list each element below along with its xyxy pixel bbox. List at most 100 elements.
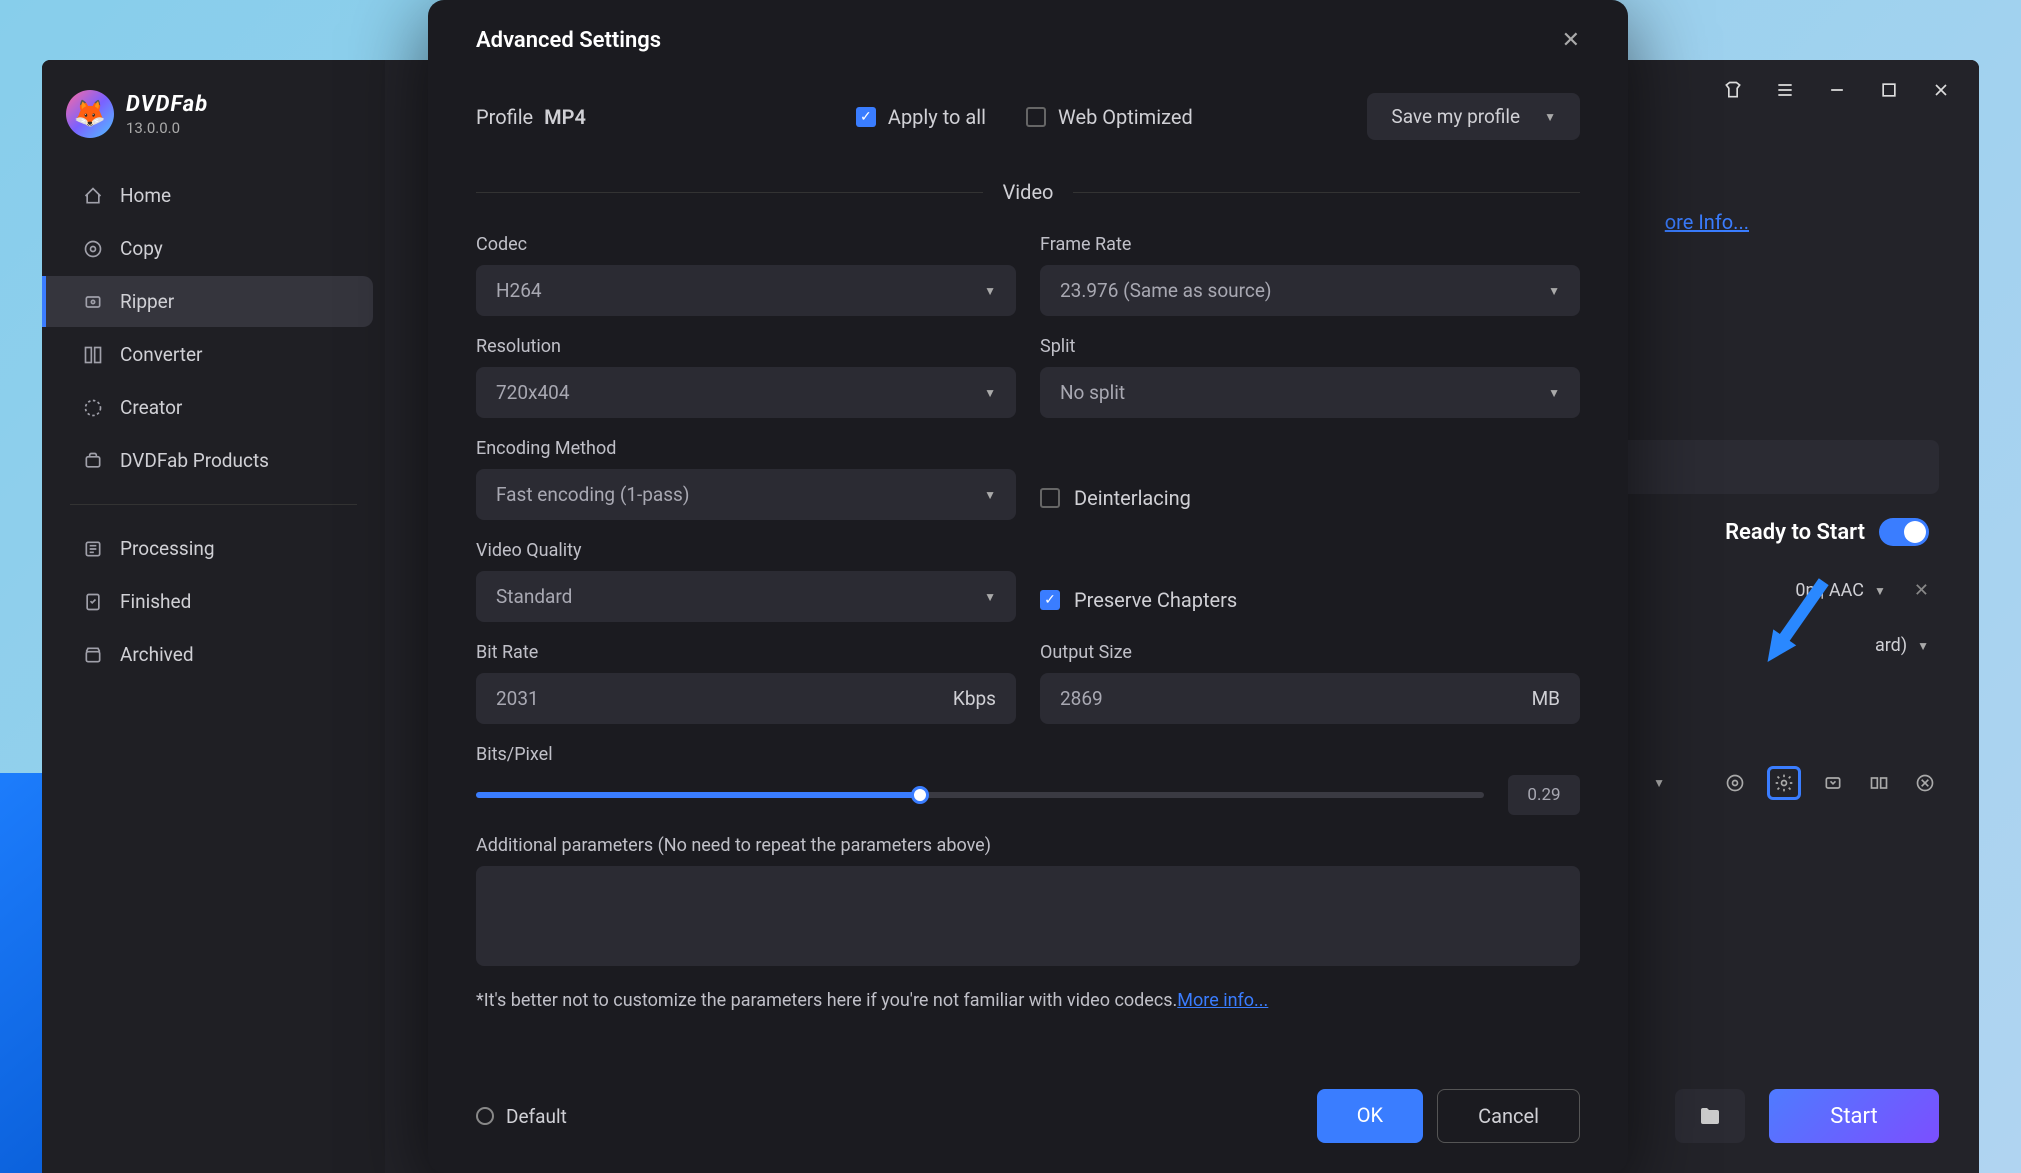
menu-icon[interactable]: [1775, 80, 1795, 105]
apply-to-all-label: Apply to all: [888, 105, 986, 129]
app-logo-icon: 🦊: [66, 90, 114, 138]
resolution-select[interactable]: 720x404▼: [476, 367, 1016, 418]
chevron-down-icon: ▼: [1548, 284, 1560, 298]
close-icon[interactable]: ✕: [1562, 28, 1580, 53]
web-optimized-label: Web Optimized: [1058, 105, 1193, 129]
bits-pixel-value: 0.29: [1508, 775, 1580, 815]
encoding-label: Encoding Method: [476, 438, 1016, 459]
ready-to-start-label: Ready to Start: [1725, 520, 1865, 545]
codec-note: *It's better not to customize the parame…: [476, 990, 1580, 1011]
archived-icon: [82, 644, 104, 666]
modal-footer: Default OK Cancel: [428, 1059, 1628, 1173]
maximize-icon[interactable]: [1879, 80, 1899, 105]
nav-label: Finished: [120, 590, 191, 613]
bit-rate-label: Bit Rate: [476, 642, 1016, 663]
sidebar-item-finished[interactable]: Finished: [54, 576, 373, 627]
quality-label: Video Quality: [476, 540, 1016, 561]
sidebar-item-processing[interactable]: Processing: [54, 523, 373, 574]
start-button[interactable]: Start: [1769, 1089, 1939, 1143]
frame-rate-label: Frame Rate: [1040, 234, 1580, 255]
ok-button[interactable]: OK: [1317, 1089, 1423, 1143]
nav-label: Archived: [120, 643, 194, 666]
chevron-down-icon: ▼: [1874, 584, 1886, 598]
bit-rate-input-wrapper: Kbps: [476, 673, 1016, 724]
advanced-settings-modal: Advanced Settings ✕ Profile MP4 ✓ Apply …: [428, 0, 1628, 1173]
ready-toggle[interactable]: [1879, 518, 1929, 546]
sidebar-item-products[interactable]: DVDFab Products: [54, 435, 373, 486]
deinterlacing-checkbox[interactable]: [1040, 488, 1060, 508]
output-folder-button[interactable]: [1675, 1089, 1745, 1143]
tshirt-icon[interactable]: [1723, 80, 1743, 105]
nav-label: Creator: [120, 396, 182, 419]
advanced-settings-icon[interactable]: [1767, 766, 1801, 800]
copy-icon: [82, 238, 104, 260]
more-info-link[interactable]: More info...: [1177, 990, 1268, 1011]
additional-params-label: Additional parameters (No need to repeat…: [476, 835, 1580, 856]
audio-info[interactable]: ard)▼: [1875, 635, 1929, 656]
preview-icon[interactable]: [1721, 769, 1749, 797]
logo-area: 🦊 DVDFab 13.0.0.0: [42, 80, 385, 168]
nav-label: Copy: [120, 237, 163, 260]
split-select[interactable]: No split▼: [1040, 367, 1580, 418]
save-profile-button[interactable]: Save my profile ▼: [1367, 93, 1580, 140]
resolution-label: Resolution: [476, 336, 1016, 357]
cancel-button[interactable]: Cancel: [1437, 1089, 1580, 1143]
chevron-down-icon: ▼: [1544, 110, 1556, 124]
brand-name: DVDFab: [126, 92, 208, 117]
sidebar-item-copy[interactable]: Copy: [54, 223, 373, 274]
sidebar-item-converter[interactable]: Converter: [54, 329, 373, 380]
deinterlacing-label: Deinterlacing: [1074, 486, 1191, 510]
nav-label: Ripper: [120, 290, 174, 313]
bottom-bar: Start: [1635, 1059, 1979, 1173]
chevron-down-icon[interactable]: ▼: [1653, 776, 1665, 790]
nav-label: Converter: [120, 343, 203, 366]
modal-body: Profile MP4 ✓ Apply to all Web Optimized…: [428, 73, 1628, 1059]
edit-icon[interactable]: [1819, 769, 1847, 797]
nav-label: Processing: [120, 537, 215, 560]
remove-task-icon[interactable]: ✕: [1914, 580, 1929, 601]
minimize-icon[interactable]: [1827, 80, 1847, 105]
close-icon[interactable]: [1931, 80, 1951, 105]
apply-to-all-checkbox[interactable]: ✓: [856, 107, 876, 127]
frame-rate-select[interactable]: 23.976 (Same as source)▼: [1040, 265, 1580, 316]
split-label: Split: [1040, 336, 1580, 357]
web-optimized-checkbox[interactable]: [1026, 107, 1046, 127]
output-size-unit: MB: [1512, 687, 1580, 710]
more-info-link[interactable]: ore Info...: [1665, 210, 1749, 234]
nav-separator: [70, 504, 357, 505]
sidebar-item-archived[interactable]: Archived: [54, 629, 373, 680]
profile-row: Profile MP4 ✓ Apply to all Web Optimized…: [476, 93, 1580, 140]
bit-rate-unit: Kbps: [933, 687, 1016, 710]
sidebar-item-home[interactable]: Home: [54, 170, 373, 221]
chevron-down-icon: ▼: [1917, 639, 1929, 653]
preserve-chapters-checkbox[interactable]: ✓: [1040, 590, 1060, 610]
sidebar-item-creator[interactable]: Creator: [54, 382, 373, 433]
bits-pixel-slider[interactable]: [476, 792, 1484, 798]
additional-params-input[interactable]: [476, 866, 1580, 966]
quality-select[interactable]: Standard▼: [476, 571, 1016, 622]
chevron-down-icon: ▼: [984, 386, 996, 400]
delete-icon[interactable]: [1911, 769, 1939, 797]
modal-title: Advanced Settings: [476, 28, 661, 53]
codec-select[interactable]: H264▼: [476, 265, 1016, 316]
title-bar: [1695, 60, 1979, 125]
chevron-down-icon: ▼: [984, 590, 996, 604]
sidebar-item-ripper[interactable]: Ripper: [42, 276, 373, 327]
creator-icon: [82, 397, 104, 419]
profile-label: Profile MP4: [476, 105, 586, 129]
chevron-down-icon: ▼: [1548, 386, 1560, 400]
nav-label: DVDFab Products: [120, 449, 269, 472]
output-size-label: Output Size: [1040, 642, 1580, 663]
chapters-icon[interactable]: [1865, 769, 1893, 797]
encoding-select[interactable]: Fast encoding (1-pass)▼: [476, 469, 1016, 520]
bit-rate-input[interactable]: [476, 673, 933, 724]
chevron-down-icon: ▼: [984, 488, 996, 502]
codec-label: Codec: [476, 234, 1016, 255]
modal-header: Advanced Settings ✕: [428, 0, 1628, 73]
output-size-input-wrapper: MB: [1040, 673, 1580, 724]
preserve-chapters-label: Preserve Chapters: [1074, 588, 1237, 612]
converter-icon: [82, 344, 104, 366]
default-label: Default: [506, 1105, 567, 1128]
output-size-input[interactable]: [1040, 673, 1512, 724]
default-radio[interactable]: [476, 1107, 494, 1125]
